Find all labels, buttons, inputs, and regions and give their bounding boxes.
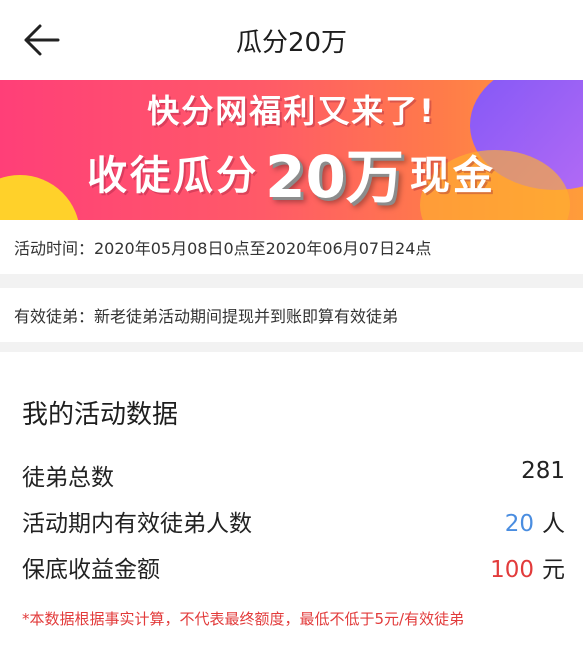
stat-row-valid-disciples: 活动期内有效徒弟人数 20 人 — [22, 500, 565, 538]
stat-value: 281 — [521, 458, 565, 484]
activity-time-text: 活动时间：2020年05月08日0点至2020年06月07日24点 — [14, 239, 432, 258]
stat-label: 保底收益金额 — [22, 557, 160, 583]
page: 瓜分20万 快分网福利又来了! 收徒瓜分 20万 现金 活动时间：2020年05月0… — [0, 0, 583, 650]
banner-prefix: 收徒瓜分 — [87, 153, 260, 199]
stat-row-total-disciples: 徒弟总数 281 — [22, 454, 565, 491]
divider — [0, 274, 583, 288]
my-activity-data-card: 我的活动数据 徒弟总数 281 活动期内有效徒弟人数 20 人 保底收益金额 10… — [0, 352, 583, 650]
stat-value-group: 281 — [521, 458, 565, 484]
stat-row-guaranteed-earnings: 保底收益金额 100 元 — [22, 546, 565, 584]
valid-disciple-text: 有效徒弟：新老徒弟活动期间提现并到账即算有效徒弟 — [14, 307, 399, 326]
banner-suffix: 现金 — [409, 153, 496, 199]
divider — [0, 342, 583, 352]
stat-unit: 人 — [542, 511, 565, 537]
valid-disciple-row: 有效徒弟：新老徒弟活动期间提现并到账即算有效徒弟 — [0, 288, 583, 342]
promo-banner: 快分网福利又来了! 收徒瓜分 20万 现金 — [0, 80, 583, 220]
banner-amount: 20万 — [265, 143, 404, 211]
page-title: 瓜分20万 — [235, 28, 348, 58]
stat-unit: 元 — [542, 557, 565, 583]
banner-headline: 快分网福利又来了! — [147, 92, 436, 130]
top-bar: 瓜分20万 — [0, 0, 583, 80]
activity-time-row: 活动时间：2020年05月08日0点至2020年06月07日24点 — [0, 220, 583, 274]
stat-label: 活动期内有效徒弟人数 — [22, 511, 252, 537]
section-title: 我的活动数据 — [22, 400, 179, 430]
stat-value: 20 — [504, 511, 534, 537]
stat-value: 100 — [490, 557, 534, 583]
stat-value-group: 20 人 — [505, 504, 565, 538]
stat-label: 徒弟总数 — [22, 465, 114, 491]
disclaimer-note: *本数据根据事实计算，不代表最终额度，最低不低于5元/有效徒弟 — [22, 610, 465, 628]
stat-value-group: 100 元 — [490, 550, 565, 584]
banner-subheadline: 收徒瓜分 20万 现金 — [0, 130, 583, 214]
